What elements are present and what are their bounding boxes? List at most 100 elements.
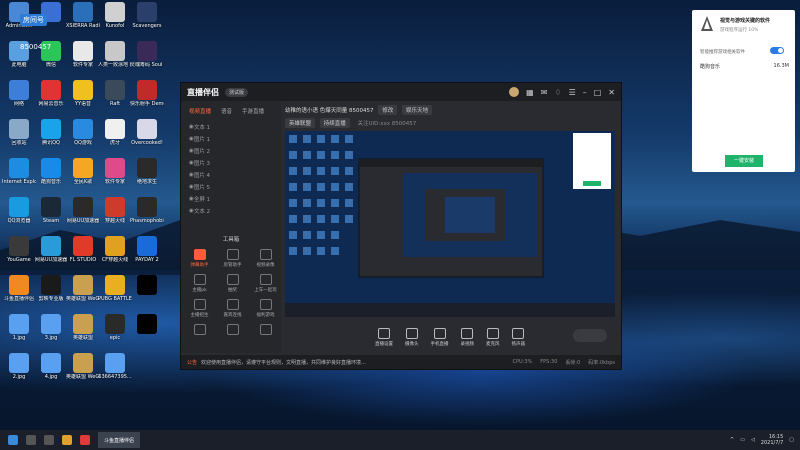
desktop-icon[interactable]: 2.jpg: [2, 351, 36, 391]
tool-item[interactable]: 弹幕助手: [183, 249, 216, 268]
desktop-icon[interactable]: Overcooked!: [130, 117, 164, 157]
network-icon[interactable]: ▭: [740, 437, 745, 443]
desktop-icon[interactable]: 酷狗音乐: [34, 156, 68, 196]
search-icon[interactable]: [26, 435, 36, 445]
desktop-icon[interactable]: 636647395...: [98, 351, 132, 391]
desktop-icon[interactable]: 剪映专业版: [34, 273, 68, 313]
scene-item[interactable]: ◉ 图片 3: [181, 157, 281, 169]
tab-video[interactable]: 视频直播: [189, 107, 211, 115]
control-button[interactable]: 麦克风: [486, 327, 500, 347]
desktop-icon[interactable]: Scavengers: [130, 0, 164, 40]
desktop-icon[interactable]: 英雄联盟: [66, 312, 100, 352]
tab-mobile[interactable]: 手游直播: [242, 107, 264, 115]
control-button[interactable]: 录视频: [461, 327, 474, 347]
desktop-icon[interactable]: [130, 312, 164, 352]
grid-icon[interactable]: ▦: [526, 88, 534, 97]
avatar[interactable]: [509, 87, 520, 97]
scene-item[interactable]: ◉ 图片 5: [181, 181, 281, 193]
recommend-toggle[interactable]: [770, 47, 784, 54]
desktop-icon[interactable]: YY语音: [66, 78, 100, 118]
mail-icon[interactable]: ✉: [541, 88, 548, 97]
desktop-icon[interactable]: 软件专家: [66, 39, 100, 79]
desktop-icon[interactable]: 斗鱼直播伴侣: [2, 273, 36, 313]
control-button[interactable]: 扬声器: [512, 327, 525, 347]
windows-start-icon[interactable]: [8, 435, 18, 445]
control-button[interactable]: 直播设置: [375, 327, 393, 347]
desktop-icon[interactable]: epic: [98, 312, 132, 352]
desktop-icon[interactable]: PUBG BATTLEGR...: [98, 273, 132, 313]
task-view-icon[interactable]: [44, 435, 54, 445]
start-stream-button[interactable]: [573, 329, 607, 342]
edit-button[interactable]: 修改: [378, 105, 398, 115]
desktop-icon[interactable]: 网络: [2, 78, 36, 118]
desktop-icon[interactable]: CF穿越火线: [98, 234, 132, 274]
control-button[interactable]: 手机直播: [431, 327, 449, 347]
tool-item[interactable]: [249, 324, 282, 337]
scene-item[interactable]: ◉ 文本 1: [181, 121, 281, 133]
desktop-icon[interactable]: 4.jpg: [34, 351, 68, 391]
tool-item[interactable]: 主播招生: [183, 299, 216, 318]
desktop-icon[interactable]: 全民K歌: [66, 156, 100, 196]
tool-item[interactable]: 视频录像: [249, 249, 282, 268]
tag-button[interactable]: 英雄联盟: [285, 118, 316, 128]
shirt-icon[interactable]: ♢: [554, 88, 561, 97]
desktop-icon[interactable]: 1.jpg: [2, 312, 36, 352]
desktop-icon[interactable]: 穿越火线: [98, 195, 132, 235]
category-select[interactable]: 娱乐天地: [402, 105, 433, 115]
app-pinned-icon[interactable]: [80, 435, 90, 445]
stream-preview[interactable]: [285, 131, 615, 317]
tool-item[interactable]: 嘉宾连线: [216, 299, 249, 318]
menu-icon[interactable]: ☰: [569, 88, 576, 97]
desktop-icon[interactable]: QQ浏览器: [2, 195, 36, 235]
desktop-icon[interactable]: 网易云音乐: [34, 78, 68, 118]
tool-item[interactable]: 房管助手: [216, 249, 249, 268]
desktop-icon[interactable]: Steam: [34, 195, 68, 235]
desktop-icon[interactable]: [130, 273, 164, 313]
scene-item[interactable]: ◉ 图片 2: [181, 145, 281, 157]
desktop-icon[interactable]: 网易UU加速器: [34, 234, 68, 274]
scene-item[interactable]: ◉ 图片 1: [181, 133, 281, 145]
desktop-icon[interactable]: 回收站: [2, 117, 36, 157]
install-button[interactable]: 一键安装: [725, 155, 763, 167]
desktop-icon[interactable]: Kunofol: [98, 0, 132, 40]
tool-item[interactable]: 主播pk: [183, 274, 216, 293]
desktop-icon[interactable]: 绝地求生: [130, 156, 164, 196]
tray-chevron-icon[interactable]: ^: [730, 437, 734, 443]
volume-icon[interactable]: ◁: [751, 437, 755, 443]
tool-item[interactable]: 上车一起玩: [249, 274, 282, 293]
software-item[interactable]: 酷狗音乐 16.3M: [700, 63, 789, 70]
maximize-icon[interactable]: □: [594, 88, 602, 97]
scene-item[interactable]: ◉ 图片 4: [181, 169, 281, 181]
tool-item[interactable]: [216, 324, 249, 337]
desktop-icon[interactable]: 网易UU加速器: [66, 195, 100, 235]
tag-button-2[interactable]: 持续直播: [319, 118, 350, 128]
tool-item[interactable]: 抽奖: [216, 274, 249, 293]
scene-item[interactable]: ◉ 全屏 1: [181, 193, 281, 205]
desktop-icon[interactable]: Raft: [98, 78, 132, 118]
tab-voice[interactable]: 语音: [221, 107, 232, 115]
desktop-icon[interactable]: 快乐射手 Demo: [130, 78, 164, 118]
clock[interactable]: 16:15 2021/7/7: [761, 434, 783, 446]
desktop-icon[interactable]: 虎牙: [98, 117, 132, 157]
desktop-icon[interactable]: QQ游戏: [66, 117, 100, 157]
desktop-icon[interactable]: 灵魂筹码 Soul D...: [130, 39, 164, 79]
desktop-icon[interactable]: XSIERRA Radio: [66, 0, 100, 40]
tool-item[interactable]: [183, 324, 216, 337]
control-button[interactable]: 摄像头: [405, 327, 419, 347]
desktop-icon[interactable]: 英雄联盟 WeGame版: [66, 351, 100, 391]
desktop-icon[interactable]: 软件专家: [98, 156, 132, 196]
file-explorer-icon[interactable]: [62, 435, 72, 445]
desktop-icon[interactable]: 英雄联盟 WeGame版: [66, 273, 100, 313]
close-icon[interactable]: ✕: [608, 88, 615, 97]
desktop-icon[interactable]: YouGame: [2, 234, 36, 274]
tool-item[interactable]: 福利游戏: [249, 299, 282, 318]
desktop-icon[interactable]: 腾讯QQ: [34, 117, 68, 157]
notice-text[interactable]: 欢迎使用直播伴侣，请遵守平台规则，文明直播，共同维护良好直播环境...: [201, 359, 366, 366]
desktop-icon[interactable]: FL STUDIO: [66, 234, 100, 274]
minimize-icon[interactable]: –: [583, 88, 587, 97]
desktop-icon[interactable]: Phasmophobia: [130, 195, 164, 235]
notification-icon[interactable]: ▢: [789, 437, 794, 443]
desktop-icon[interactable]: PAYDAY 2: [130, 234, 164, 274]
desktop-icon[interactable]: 3.jpg: [34, 312, 68, 352]
desktop-icon[interactable]: Internet Explorer: [2, 156, 36, 196]
